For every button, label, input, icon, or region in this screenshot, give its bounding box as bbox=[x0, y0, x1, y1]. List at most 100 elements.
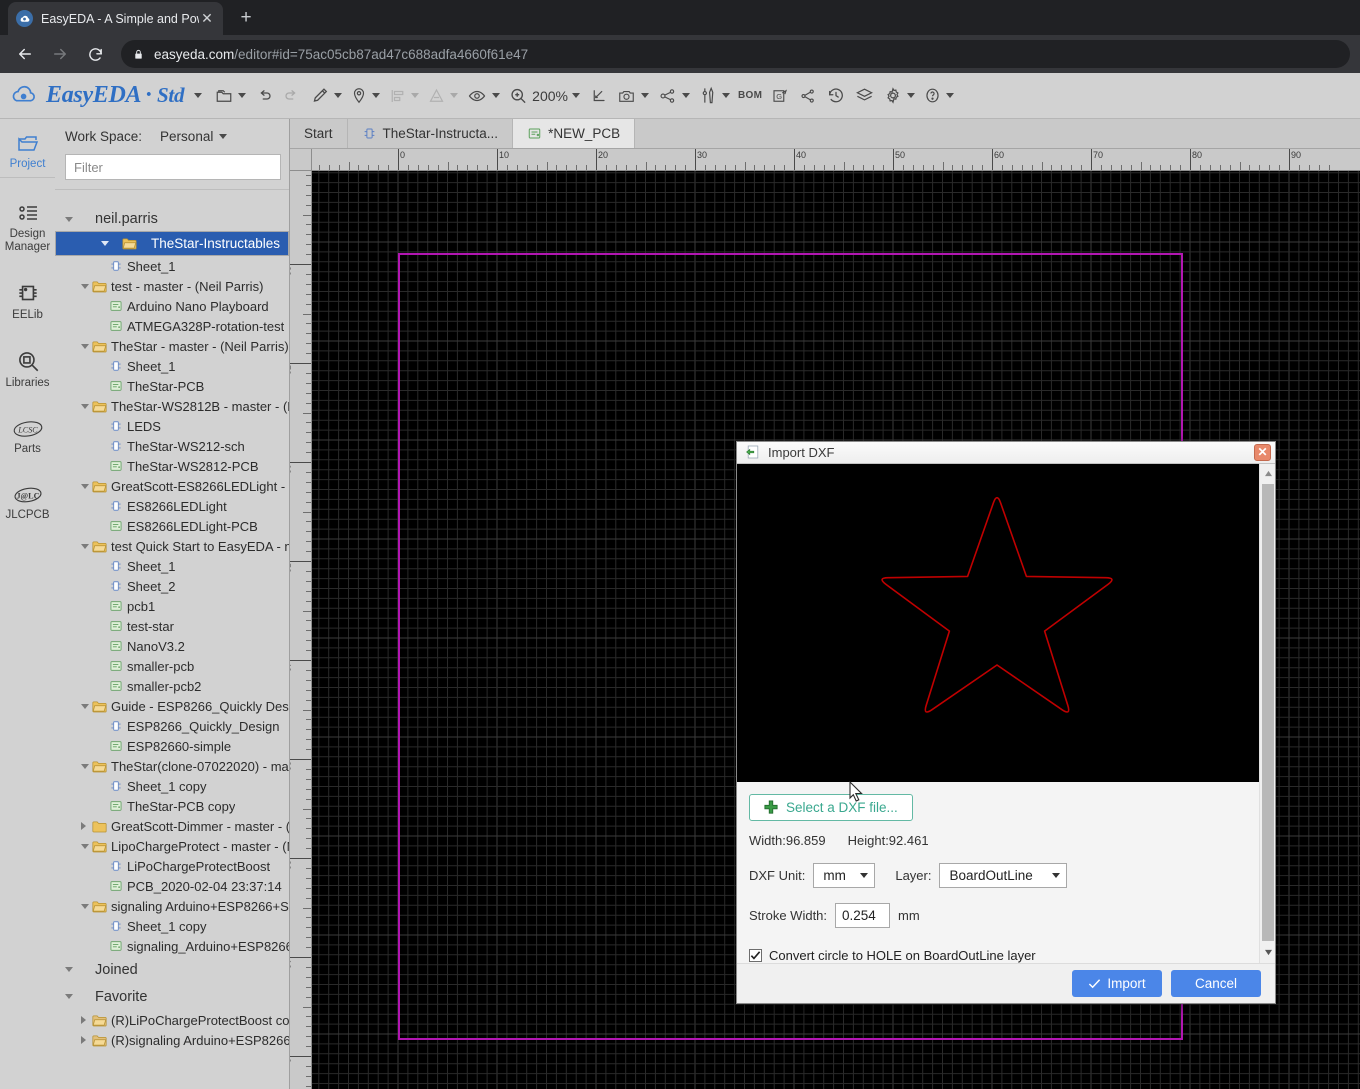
view-tools-button[interactable] bbox=[462, 73, 504, 119]
forward-icon[interactable] bbox=[45, 39, 75, 69]
tree-item[interactable]: signaling Arduino+ESP8266+SIM8 bbox=[55, 896, 289, 916]
tree-item[interactable]: smaller-pcb2 bbox=[55, 676, 289, 696]
expander-down-icon[interactable] bbox=[79, 844, 91, 849]
tree-item[interactable]: neil.parris bbox=[55, 207, 289, 231]
tree-item[interactable]: TheStar-WS2812B - master - (Neil bbox=[55, 396, 289, 416]
history-button[interactable] bbox=[822, 73, 850, 119]
share-button[interactable] bbox=[794, 73, 822, 119]
expander-down-icon[interactable] bbox=[79, 764, 91, 769]
rail-item-jlcpcb[interactable]: J@LC JLCPCB bbox=[0, 484, 55, 522]
expander-down-icon[interactable] bbox=[79, 404, 91, 409]
tree-item[interactable]: Favorite bbox=[55, 983, 289, 1010]
chevron-down-icon[interactable] bbox=[219, 134, 227, 139]
stroke-width-input[interactable]: 0.254 bbox=[835, 903, 890, 928]
rail-item-libraries[interactable]: Libraries bbox=[0, 348, 55, 390]
undo-button[interactable] bbox=[250, 73, 278, 119]
tree-item[interactable]: Sheet_1 bbox=[55, 556, 289, 576]
reload-icon[interactable] bbox=[80, 39, 110, 69]
tree-item[interactable]: Sheet_1 bbox=[55, 256, 289, 276]
tree-item[interactable]: TheStar(clone-07022020) - master bbox=[55, 756, 289, 776]
browser-tab[interactable]: EasyEDA - A Simple and Powerful ✕ bbox=[8, 2, 223, 35]
expander-down-icon[interactable] bbox=[79, 544, 91, 549]
photo-view-button[interactable] bbox=[612, 73, 653, 119]
expander-down-icon[interactable] bbox=[63, 994, 75, 999]
tree-item[interactable]: ES8266LEDLight-PCB bbox=[55, 516, 289, 536]
expander-down-icon[interactable] bbox=[63, 217, 75, 222]
filter-input[interactable]: Filter bbox=[65, 154, 281, 180]
tree-item[interactable]: Joined bbox=[55, 956, 289, 983]
easyeda-logo[interactable]: EasyEDA · Std bbox=[10, 82, 202, 109]
tree-item[interactable]: pcb1 bbox=[55, 596, 289, 616]
expander-down-icon[interactable] bbox=[79, 284, 91, 289]
tree-item[interactable]: Guide - ESP8266_Quickly Design bbox=[55, 696, 289, 716]
close-icon[interactable]: ✕ bbox=[1254, 444, 1271, 461]
chevron-down-icon[interactable] bbox=[641, 93, 649, 98]
tree-item[interactable]: test - master - (Neil Parris) bbox=[55, 276, 289, 296]
dxf-unit-select[interactable]: mm bbox=[813, 863, 875, 888]
chevron-down-icon[interactable] bbox=[572, 93, 580, 98]
chevron-down-icon[interactable] bbox=[194, 93, 202, 98]
draw-tools-button[interactable] bbox=[306, 73, 346, 119]
new-tab-button[interactable]: + bbox=[232, 4, 260, 32]
tree-item[interactable]: LEDS bbox=[55, 416, 289, 436]
tab-start[interactable]: Start bbox=[290, 119, 348, 148]
chevron-down-icon[interactable] bbox=[722, 93, 730, 98]
layers-button[interactable] bbox=[850, 73, 879, 119]
convert-circle-checkbox[interactable] bbox=[749, 949, 762, 962]
expander-right-icon[interactable] bbox=[79, 1016, 91, 1024]
tree-item[interactable]: ATMEGA328P-rotation-test bbox=[55, 316, 289, 336]
tree-item[interactable]: test-star bbox=[55, 616, 289, 636]
tree-item[interactable]: Sheet_1 bbox=[55, 356, 289, 376]
rail-item-eelib[interactable]: EELib bbox=[0, 280, 55, 322]
dialog-scrollbar[interactable] bbox=[1259, 464, 1275, 963]
tree-item[interactable]: ESP82660-simple bbox=[55, 736, 289, 756]
tree-item[interactable]: TheStar-WS2812-PCB bbox=[55, 456, 289, 476]
expander-down-icon[interactable] bbox=[79, 904, 91, 909]
dialog-scrollbar-thumb[interactable] bbox=[1262, 484, 1274, 941]
expander-down-icon[interactable] bbox=[63, 967, 75, 972]
tree-item[interactable]: signaling_Arduino+ESP8266+SIM bbox=[55, 936, 289, 956]
expander-down-icon[interactable] bbox=[99, 241, 111, 246]
bom-button[interactable]: BOM bbox=[734, 73, 766, 119]
dialog-titlebar[interactable]: Import DXF ✕ bbox=[737, 442, 1275, 464]
tree-item[interactable]: Sheet_2 bbox=[55, 576, 289, 596]
chevron-down-icon[interactable] bbox=[334, 93, 342, 98]
place-tools-button[interactable] bbox=[346, 73, 384, 119]
tree-item[interactable]: PCB_2020-02-04 23:37:14 bbox=[55, 876, 289, 896]
tree-item[interactable]: LiPoChargeProtectBoost bbox=[55, 856, 289, 876]
tree-item[interactable]: (R)signaling Arduino+ESP8266+SI bbox=[55, 1030, 289, 1050]
tree-item[interactable]: TheStar-PCB bbox=[55, 376, 289, 396]
tree-item[interactable]: TheStar - master - (Neil Parris) bbox=[55, 336, 289, 356]
expander-down-icon[interactable] bbox=[79, 484, 91, 489]
help-button[interactable] bbox=[919, 73, 958, 119]
tree-item[interactable]: smaller-pcb bbox=[55, 656, 289, 676]
workspace-value[interactable]: Personal bbox=[160, 129, 213, 144]
tree-item[interactable]: ESP8266_Quickly_Design bbox=[55, 716, 289, 736]
chevron-down-icon[interactable] bbox=[372, 93, 380, 98]
tree-item[interactable]: GreatScott-ES8266LEDLight - mas bbox=[55, 476, 289, 496]
scroll-up-icon[interactable] bbox=[1260, 466, 1276, 482]
chevron-down-icon[interactable] bbox=[907, 93, 915, 98]
tree-item[interactable]: Sheet_1 copy bbox=[55, 916, 289, 936]
settings-button[interactable] bbox=[879, 73, 919, 119]
tree-item[interactable]: ES8266LEDLight bbox=[55, 496, 289, 516]
zoom-tools-button[interactable]: 200% bbox=[504, 73, 584, 119]
select-dxf-file-button[interactable]: Select a DXF file... bbox=[749, 794, 913, 821]
chevron-down-icon[interactable] bbox=[946, 93, 954, 98]
gerber-export-button[interactable]: G bbox=[766, 73, 794, 119]
tab-thestar-instructables[interactable]: TheStar-Instructa... bbox=[348, 119, 514, 148]
tree-item[interactable]: test Quick Start to EasyEDA - mast bbox=[55, 536, 289, 556]
rail-item-project[interactable]: Project bbox=[0, 131, 55, 171]
expander-down-icon[interactable] bbox=[79, 704, 91, 709]
tree-item[interactable]: TheStar-Instructables - master - (N bbox=[55, 231, 289, 256]
expander-right-icon[interactable] bbox=[79, 822, 91, 830]
layer-select[interactable]: BoardOutLine bbox=[939, 863, 1067, 888]
close-icon[interactable]: ✕ bbox=[199, 11, 215, 27]
tree-item[interactable]: TheStar-PCB copy bbox=[55, 796, 289, 816]
rail-item-design-manager[interactable]: Design Manager bbox=[0, 201, 55, 254]
chevron-down-icon[interactable] bbox=[682, 93, 690, 98]
expander-down-icon[interactable] bbox=[79, 344, 91, 349]
net-tools-button[interactable] bbox=[653, 73, 694, 119]
rail-item-parts[interactable]: LCSC Parts bbox=[0, 418, 55, 456]
tree-item[interactable]: (R)LiPoChargeProtectBoost copy - bbox=[55, 1010, 289, 1030]
